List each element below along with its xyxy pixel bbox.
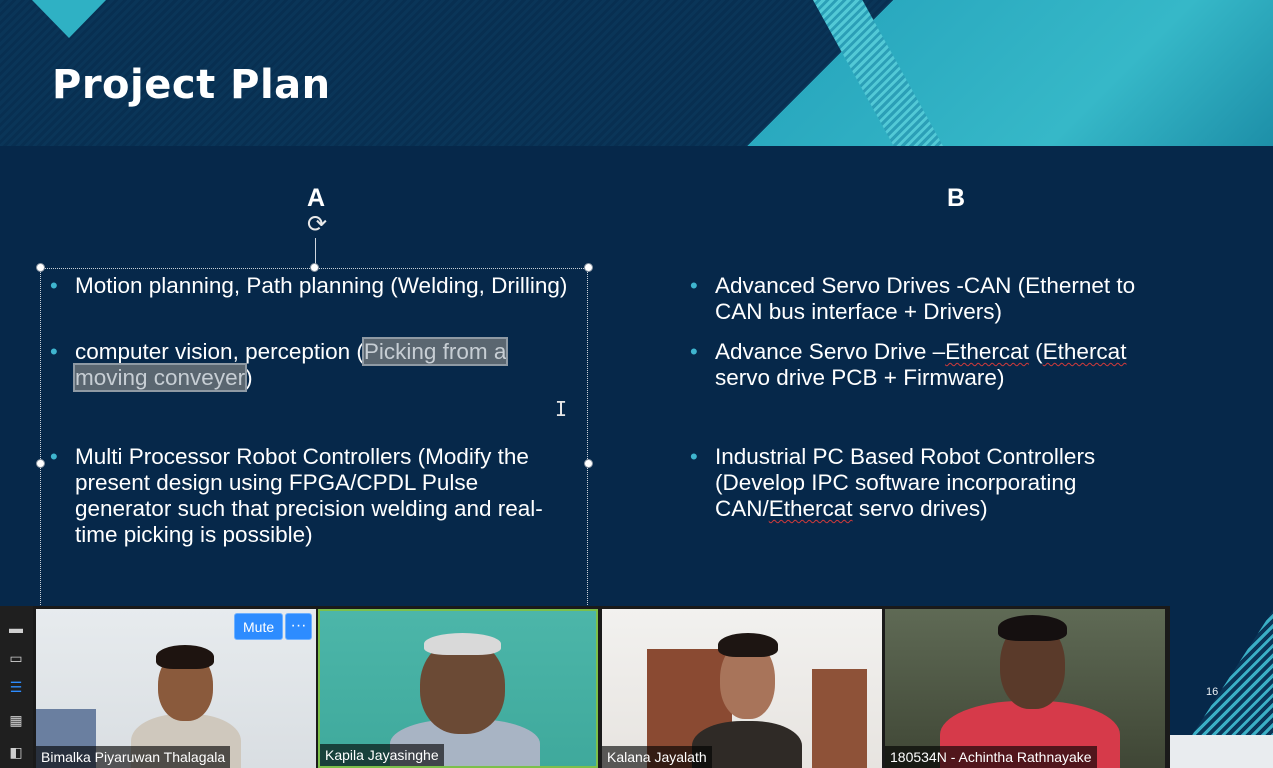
bullet-text: ( [1028, 339, 1043, 364]
list-item[interactable]: • Advance Servo Drive –Ethercat (Etherca… [681, 339, 1185, 391]
column-b-heading: B [947, 184, 966, 212]
text-box-selection[interactable] [40, 268, 588, 613]
banner-triangle [32, 0, 106, 38]
rotate-handle-icon[interactable]: ⟳ [302, 212, 332, 238]
participant-hair [718, 633, 778, 657]
view-toolbar: ▬ ▭ ☰ ▦ ◧ [0, 606, 33, 768]
bullet-text: Advance Servo Drive – [715, 339, 946, 364]
gallery-view-icon[interactable]: ▦ [6, 710, 26, 730]
highlighted-text: Picking from a [361, 337, 509, 366]
banner-accent [668, 0, 1273, 146]
bullet-icon: • [690, 273, 698, 298]
bullet-icon: • [50, 444, 58, 469]
list-item[interactable]: • Multi Processor Robot Controllers (Mod… [41, 444, 575, 548]
highlighted-text: moving conveyer [72, 363, 248, 392]
spellcheck-word[interactable]: Ethercat [1043, 339, 1127, 364]
spellcheck-word[interactable]: Ethercat [769, 496, 853, 521]
bullet-text: computer vision, perception ( [75, 339, 364, 364]
bullet-icon: • [690, 339, 698, 364]
resize-handle-right[interactable] [584, 459, 593, 468]
list-item[interactable]: • Industrial PC Based Robot Controllers … [681, 444, 1185, 522]
strip-view-icon[interactable]: ☰ [6, 677, 26, 697]
participant-name: Kalana Jayalath [602, 746, 712, 768]
participant-name: Bimalka Piyaruwan Thalagala [36, 746, 231, 768]
bullet-text: servo drive PCB + Firmware) [715, 365, 1005, 390]
page-number: 16 [1206, 686, 1219, 698]
bullet-icon: • [50, 339, 58, 364]
bullet-icon: • [690, 444, 698, 469]
bullet-text: Motion planning, Path planning (Welding,… [75, 273, 568, 298]
participant-hair [424, 633, 501, 655]
participant-name: Kapila Jayasinghe [320, 744, 444, 766]
side-by-side-icon[interactable]: ◧ [6, 742, 26, 762]
list-item[interactable]: • Advanced Servo Drives -CAN (Ethernet t… [681, 273, 1185, 325]
resize-handle-top-left[interactable] [36, 263, 45, 272]
mute-button[interactable]: Mute [234, 613, 284, 640]
participant-hair [156, 645, 214, 669]
bullet-text: servo drives) [852, 496, 988, 521]
background-door [812, 669, 867, 768]
speaker-view-icon[interactable]: ▭ [6, 648, 26, 668]
video-tile[interactable]: 180534N - Achintha Rathnayake [885, 609, 1165, 768]
bullet-icon: • [50, 273, 58, 298]
slide-title: Project Plan [52, 62, 331, 108]
resize-handle-top[interactable] [310, 263, 319, 272]
participant-name: 180534N - Achintha Rathnayake [885, 746, 1097, 768]
text-cursor-icon: I [555, 397, 568, 421]
bullet-text: Multi Processor Robot Controllers (Modif… [75, 444, 543, 547]
participant-hair [998, 615, 1067, 641]
bullet-text: ) [245, 365, 253, 390]
minimize-icon[interactable]: ▬ [6, 618, 26, 638]
video-tile-active-speaker[interactable]: Kapila Jayasinghe [318, 609, 598, 768]
app-status-strip [1170, 735, 1273, 768]
more-options-button[interactable]: ··· [285, 613, 312, 640]
bullet-text: Advanced Servo Drives -CAN (Ethernet to … [715, 273, 1136, 324]
list-item[interactable]: • computer vision, perception (Picking f… [41, 337, 575, 392]
resize-handle-top-right[interactable] [584, 263, 593, 272]
spellcheck-word[interactable]: Ethercat [945, 339, 1029, 364]
column-a-heading: A [307, 184, 326, 212]
list-item[interactable]: • Motion planning, Path planning (Weldin… [41, 273, 575, 299]
video-tile[interactable]: Kalana Jayalath [602, 609, 882, 768]
corner-decoration [1189, 610, 1273, 740]
